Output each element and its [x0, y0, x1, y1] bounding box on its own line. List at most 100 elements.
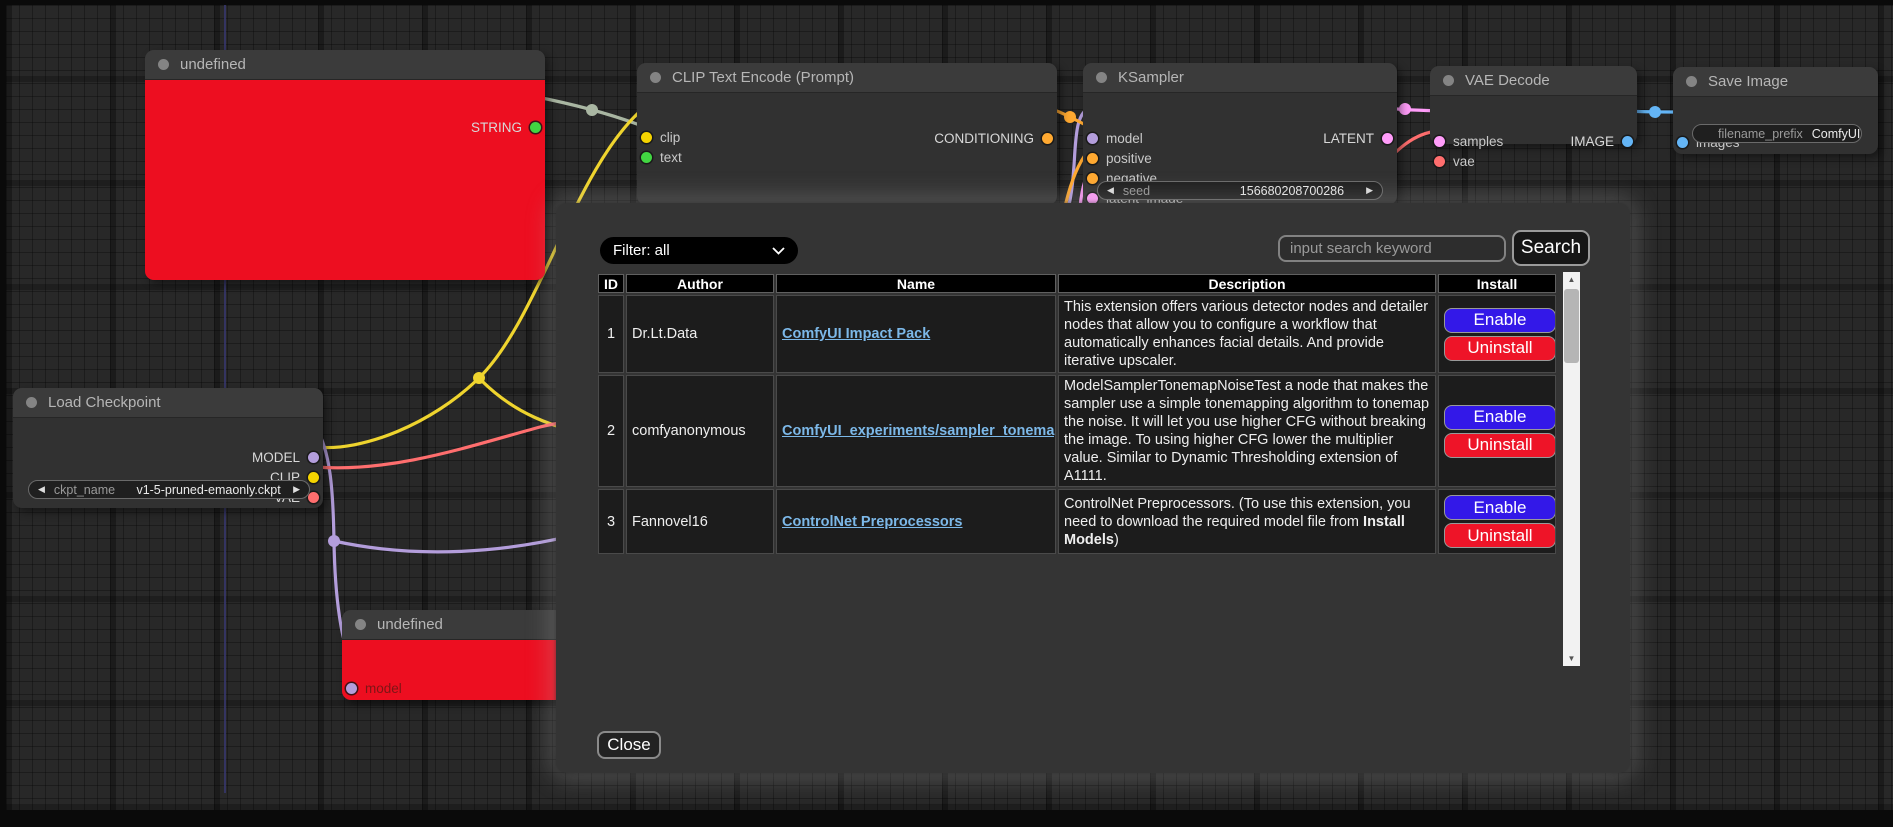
input-slot-samples[interactable]: samples	[1434, 133, 1503, 149]
table-scrollbar[interactable]: ▲ ▼	[1563, 272, 1580, 666]
slot-label: clip	[660, 130, 680, 145]
input-slot-vae[interactable]: vae	[1434, 153, 1475, 169]
node-collapse-dot-icon[interactable]	[1096, 72, 1107, 83]
node-save-image[interactable]: Save Imageimagesfilename_prefixComfyUI	[1673, 67, 1878, 154]
scrollbar-up-arrow-icon[interactable]: ▲	[1563, 272, 1580, 287]
extension-link[interactable]: ComfyUI_experiments/sampler_tonemap	[782, 423, 1056, 439]
cell-author: Fannovel16	[626, 489, 774, 554]
close-button[interactable]: Close	[597, 731, 661, 759]
filter-dropdown[interactable]: Filter: all	[600, 237, 798, 264]
slot-dot-icon[interactable]	[1087, 173, 1098, 184]
extensions-table-viewport: IDAuthorNameDescriptionInstall 1Dr.Lt.Da…	[596, 272, 1580, 666]
node-clip-text-encode[interactable]: CLIP Text Encode (Prompt) clip text CONDITI…	[637, 63, 1057, 205]
slot-label: vae	[1453, 154, 1475, 169]
slot-dot-icon[interactable]	[346, 683, 357, 694]
widget-seed[interactable]: ◀seed156680208700286▶	[1097, 181, 1383, 200]
uninstall-button[interactable]: Uninstall	[1444, 433, 1556, 458]
output-slot-LATENT[interactable]: LATENT	[1323, 130, 1393, 146]
slot-dot-icon[interactable]	[641, 132, 652, 143]
node-collapse-dot-icon[interactable]	[1443, 75, 1454, 86]
slot-label: positive	[1106, 151, 1152, 166]
slot-dot-icon[interactable]	[1087, 133, 1098, 144]
node-title: CLIP Text Encode (Prompt)	[672, 69, 854, 86]
input-slot-model[interactable]: model	[346, 680, 402, 696]
node-vae-decode[interactable]: VAE DecodesamplesvaeIMAGE	[1430, 66, 1637, 144]
slot-dot-icon[interactable]	[1434, 156, 1445, 167]
node-header[interactable]: Save Image	[1673, 67, 1878, 97]
slot-dot-icon[interactable]	[308, 472, 319, 483]
slot-dot-icon[interactable]	[641, 152, 652, 163]
node-header[interactable]: undefined	[342, 610, 564, 640]
stepper-right-arrow-icon[interactable]: ▶	[1366, 181, 1373, 200]
node-undefined-top[interactable]: undefined STRING	[145, 50, 545, 280]
slot-label: LATENT	[1323, 131, 1374, 146]
output-slot-MODEL[interactable]: MODEL	[252, 449, 319, 465]
input-slot-positive[interactable]: positive	[1087, 150, 1152, 166]
stepper-left-arrow-icon[interactable]: ◀	[1107, 181, 1114, 200]
slot-label: IMAGE	[1570, 134, 1614, 149]
slot-dot-icon[interactable]	[1087, 193, 1098, 204]
output-slot-CONDITIONING[interactable]: CONDITIONING	[934, 130, 1053, 146]
node-title: undefined	[377, 616, 443, 633]
node-header[interactable]: Load Checkpoint	[13, 388, 323, 418]
cell-id: 2	[598, 375, 624, 487]
node-body	[637, 93, 1057, 205]
slot-dot-icon[interactable]	[308, 452, 319, 463]
table-row: 2comfyanonymousComfyUI_experiments/sampl…	[598, 375, 1556, 487]
cell-name: ComfyUI Impact Pack	[776, 295, 1056, 373]
slot-label: CONDITIONING	[934, 131, 1034, 146]
node-collapse-dot-icon[interactable]	[355, 619, 366, 630]
node-collapse-dot-icon[interactable]	[158, 59, 169, 70]
widget-filename_prefix[interactable]: filename_prefixComfyUI	[1692, 124, 1862, 143]
enable-button[interactable]: Enable	[1444, 405, 1556, 430]
slot-dot-icon[interactable]	[1434, 136, 1445, 147]
extension-manager-dialog: Filter: all Search IDAuthorNameDescripti…	[556, 203, 1630, 773]
output-slot-IMAGE[interactable]: IMAGE	[1570, 133, 1633, 149]
enable-button[interactable]: Enable	[1444, 495, 1556, 520]
enable-button[interactable]: Enable	[1444, 308, 1556, 333]
slot-dot-icon[interactable]	[1622, 136, 1633, 147]
node-undefined-bottom[interactable]: undefined model	[342, 610, 564, 700]
scrollbar-down-arrow-icon[interactable]: ▼	[1563, 651, 1580, 666]
output-slot-STRING[interactable]: STRING	[471, 119, 541, 135]
stepper-left-arrow-icon[interactable]: ◀	[38, 480, 45, 499]
input-slot-model[interactable]: model	[1087, 130, 1143, 146]
extension-link[interactable]: ControlNet Preprocessors	[782, 514, 963, 530]
node-collapse-dot-icon[interactable]	[1686, 76, 1697, 87]
stepper-right-arrow-icon[interactable]: ▶	[293, 480, 300, 499]
extension-link[interactable]: ComfyUI Impact Pack	[782, 326, 930, 342]
node-load-checkpoint[interactable]: Load CheckpointMODELCLIPVAE◀ckpt_namev1-…	[13, 388, 323, 508]
node-collapse-dot-icon[interactable]	[26, 397, 37, 408]
node-collapse-dot-icon[interactable]	[650, 72, 661, 83]
uninstall-button[interactable]: Uninstall	[1444, 336, 1556, 361]
node-title: KSampler	[1118, 69, 1184, 86]
slot-dot-icon[interactable]	[308, 492, 319, 503]
widget-ckpt_name[interactable]: ◀ckpt_namev1-5-pruned-emaonly.ckpt▶	[28, 480, 310, 499]
node-header[interactable]: KSampler	[1083, 63, 1397, 93]
column-header-install: Install	[1438, 274, 1556, 293]
scrollbar-thumb[interactable]	[1564, 289, 1579, 363]
canvas-left-edge	[0, 0, 6, 827]
node-header[interactable]: CLIP Text Encode (Prompt)	[637, 63, 1057, 93]
slot-label: STRING	[471, 120, 522, 135]
slot-dot-icon[interactable]	[1382, 133, 1393, 144]
slot-dot-icon[interactable]	[1087, 153, 1098, 164]
widget-value: 156680208700286	[1240, 184, 1344, 198]
input-slot-text[interactable]: text	[641, 149, 682, 165]
search-input[interactable]	[1278, 235, 1506, 262]
search-button[interactable]: Search	[1512, 230, 1590, 266]
uninstall-button[interactable]: Uninstall	[1444, 523, 1556, 548]
node-header[interactable]: VAE Decode	[1430, 66, 1637, 96]
table-header-row: IDAuthorNameDescriptionInstall	[598, 274, 1556, 293]
slot-dot-icon[interactable]	[530, 122, 541, 133]
node-ksampler[interactable]: KSamplermodelpositivenegativelatent_imag…	[1083, 63, 1397, 205]
slot-dot-icon[interactable]	[1677, 137, 1688, 148]
cell-description: This extension offers various detector n…	[1058, 295, 1436, 373]
chevron-down-icon	[772, 247, 785, 255]
slot-dot-icon[interactable]	[1042, 133, 1053, 144]
input-slot-clip[interactable]: clip	[641, 129, 680, 145]
node-header[interactable]: undefined	[145, 50, 545, 80]
widget-label: filename_prefix	[1718, 127, 1803, 141]
node-title: Load Checkpoint	[48, 394, 161, 411]
slot-label: text	[660, 150, 682, 165]
